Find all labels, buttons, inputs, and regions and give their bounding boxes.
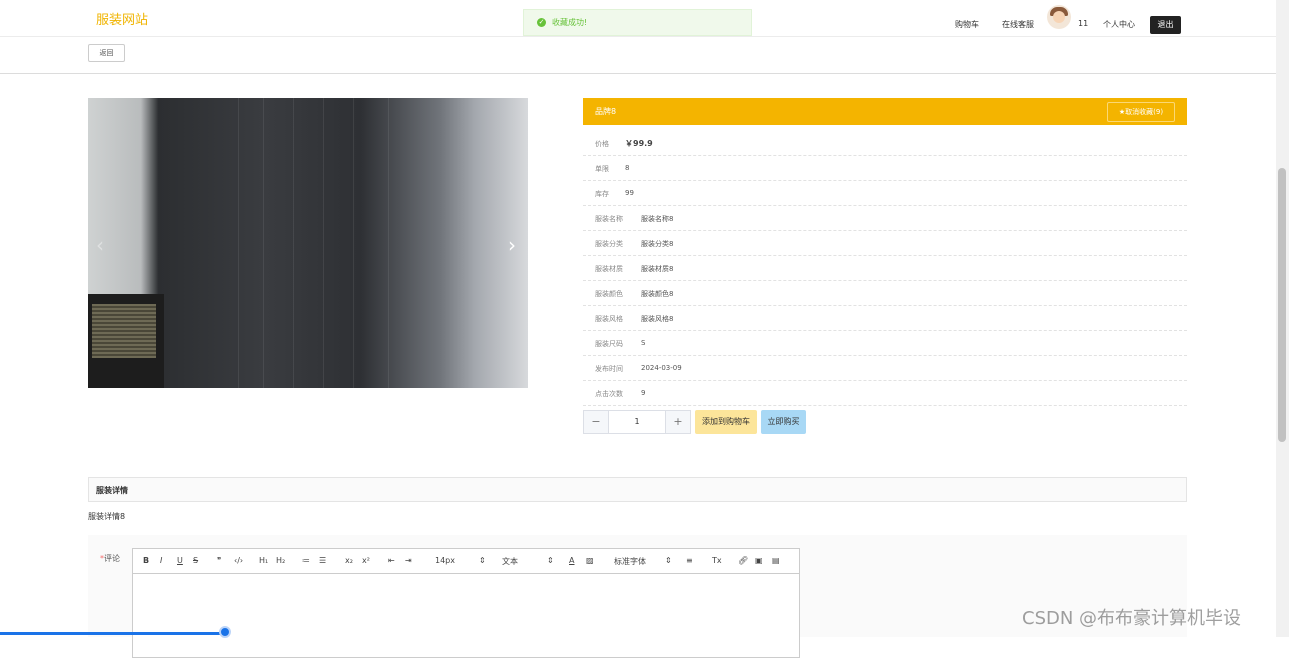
align-icon[interactable]: ≡: [686, 556, 693, 565]
editor-toolbar: B I U S ❞ ‹/› H₁ H₂ ≔ ☰ x₂ x² ⇤ ⇥ 14px ⇕…: [133, 549, 799, 574]
subscript-icon[interactable]: x₂: [345, 556, 353, 565]
detail-content: 服装详情8: [88, 512, 126, 521]
info-row: 服装材质 服装材质8: [583, 256, 1187, 281]
sub-bar: 返回: [0, 37, 1276, 74]
font-family-select[interactable]: 标准字体: [614, 556, 646, 567]
detail-title: 服装详情: [96, 486, 128, 495]
text-type-select[interactable]: 文本: [502, 556, 518, 567]
nav-service[interactable]: 在线客服: [1002, 19, 1034, 30]
chevron-right-icon[interactable]: ›: [508, 233, 516, 257]
plus-icon[interactable]: +: [665, 411, 690, 433]
chevron-updown-icon: ⇕: [479, 556, 486, 565]
scrollbar[interactable]: [1276, 0, 1289, 637]
superscript-icon[interactable]: x²: [362, 556, 370, 565]
bold-icon[interactable]: B: [143, 556, 149, 565]
check-circle-icon: ✓: [537, 18, 546, 27]
image-icon[interactable]: ▣: [755, 556, 763, 565]
site-brand[interactable]: 服装网站: [96, 9, 148, 28]
background-color-icon[interactable]: ▨: [586, 556, 594, 565]
top-header: 服装网站 ✓ 收藏成功! 购物车 在线客服 11 个人中心 退出: [0, 0, 1276, 37]
back-button[interactable]: 返回: [88, 44, 125, 62]
page-progress-bar: [0, 632, 227, 635]
comment-label: *评论: [100, 554, 120, 563]
quote-icon[interactable]: ❞: [217, 556, 221, 565]
font-color-icon[interactable]: A: [569, 556, 574, 565]
chevron-updown-icon: ⇕: [547, 556, 554, 565]
strike-icon[interactable]: S: [193, 556, 198, 565]
scrollbar-thumb[interactable]: [1278, 168, 1286, 442]
success-toast: ✓ 收藏成功!: [523, 9, 752, 36]
info-row: 单限 8: [583, 156, 1187, 181]
underline-icon[interactable]: U: [177, 556, 183, 565]
buy-now-button[interactable]: 立即购买: [761, 410, 806, 434]
rich-text-editor[interactable]: B I U S ❞ ‹/› H₁ H₂ ≔ ☰ x₂ x² ⇤ ⇥ 14px ⇕…: [132, 548, 800, 658]
detail-header: 服装详情: [88, 477, 1187, 502]
info-row: 服装分类 服装分类8: [583, 231, 1187, 256]
user-id: 11: [1078, 19, 1089, 28]
info-row: 服装风格 服装风格8: [583, 306, 1187, 331]
outdent-icon[interactable]: ⇤: [388, 556, 395, 565]
unfavorite-button[interactable]: ★取消收藏(9): [1107, 102, 1175, 122]
watermark: CSDN @布布豪计算机毕设: [1022, 608, 1242, 629]
indent-icon[interactable]: ⇥: [405, 556, 412, 565]
nav-user-center[interactable]: 个人中心: [1103, 19, 1135, 30]
logout-button[interactable]: 退出: [1150, 16, 1181, 34]
clear-format-icon[interactable]: Tx: [712, 556, 722, 565]
info-row: 发布时间 2024-03-09: [583, 356, 1187, 381]
info-row: 服装尺码 S: [583, 331, 1187, 356]
italic-icon[interactable]: I: [160, 556, 162, 565]
info-row-price: 价格 ￥99.9: [583, 131, 1187, 156]
ordered-list-icon[interactable]: ≔: [302, 556, 310, 565]
info-row: 点击次数 9: [583, 381, 1187, 406]
heading1-icon[interactable]: H₁: [259, 556, 268, 565]
minus-icon[interactable]: −: [584, 411, 609, 433]
product-image-carousel[interactable]: ‹ ›: [88, 98, 528, 388]
quantity-stepper[interactable]: − 1 +: [583, 410, 691, 434]
info-row: 服装颜色 服装颜色8: [583, 281, 1187, 306]
font-size-select[interactable]: 14px: [435, 556, 455, 565]
product-title-bar: 品牌8 ★取消收藏(9): [583, 98, 1187, 125]
heading2-icon[interactable]: H₂: [276, 556, 285, 565]
add-to-cart-button[interactable]: 添加到购物车: [695, 410, 757, 434]
progress-handle[interactable]: [219, 626, 231, 638]
link-icon[interactable]: 🔗︎: [738, 556, 748, 565]
video-icon[interactable]: ▤: [772, 556, 780, 565]
chevron-updown-icon: ⇕: [665, 556, 672, 565]
code-icon[interactable]: ‹/›: [234, 556, 243, 565]
nav-cart[interactable]: 购物车: [955, 19, 979, 30]
chevron-left-icon[interactable]: ‹: [96, 233, 104, 257]
avatar[interactable]: [1047, 5, 1071, 29]
bullet-list-icon[interactable]: ☰: [319, 556, 326, 565]
product-title: 品牌8: [595, 107, 617, 116]
toast-message: 收藏成功!: [552, 18, 588, 27]
info-row: 服装名称 服装名称8: [583, 206, 1187, 231]
quantity-value[interactable]: 1: [608, 417, 666, 426]
info-row: 库存 99: [583, 181, 1187, 206]
speaker-image-detail: [88, 294, 164, 388]
